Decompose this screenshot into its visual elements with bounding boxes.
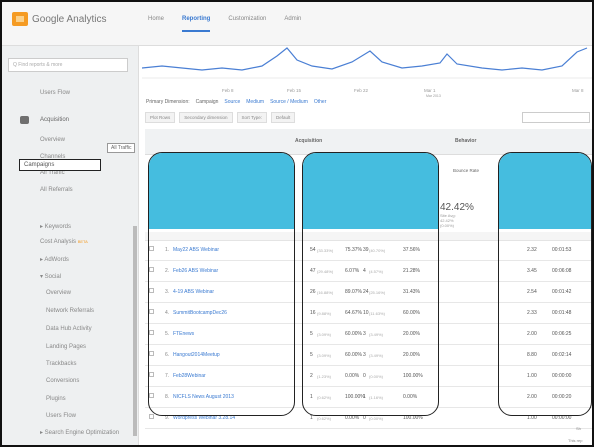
acquisition-group-header: Acquisition [295,138,323,144]
dimension-tabs: Primary Dimension: Campaign Source Mediu… [146,99,326,105]
sidebar-item-adwords[interactable]: ▸ AdWords [40,256,69,263]
tab-source-medium[interactable]: Source / Medium [270,99,308,105]
x-label: Feb 22 [354,88,369,93]
sidebar-item-keywords[interactable]: ▸ Keywords [40,223,71,230]
search-input[interactable]: Q Find reports & more [8,58,128,72]
sidebar-item-seo[interactable]: ▸ Search Engine Optimization [40,430,119,436]
sidebar-scrollbar[interactable] [133,226,137,436]
logo[interactable]: Google Analytics [12,12,107,26]
overlay-fill [149,153,294,229]
cell-sessions: 1 [310,415,313,421]
beta-badge: BETA [77,239,88,244]
x-sublabel: Mar 2013 [426,94,441,98]
sidebar-item-all-referrals[interactable]: All Referrals [40,187,73,193]
sort-type-select[interactable]: Default [270,112,296,123]
main-nav: Home Reporting Customization Admin [148,16,301,32]
sidebar-item-plugins[interactable]: Plugins [46,396,66,402]
nav-customization[interactable]: Customization [228,16,266,32]
summary-bounce-value: 42.42% [440,202,474,213]
summary-bounce-rate: 42.42% Site Avg: 42.42% (0.00%) [440,202,474,228]
overlay-card [302,152,439,416]
sidebar-item-campaigns[interactable]: Campaigns [19,159,101,171]
show-rows-label: Sh [576,426,581,431]
sessions-chart: Feb 8 Feb 15 Feb 22 Mar 1 Mar 2013 Mar 8 [141,46,592,98]
bounce-rate-header[interactable]: Bounce Rate [453,168,479,173]
x-label: Feb 8 [222,88,234,93]
tooltip: All Traffic [107,143,136,153]
sidebar-item-landing-pages[interactable]: Landing Pages [46,344,86,350]
app-window: Google Analytics Home Reporting Customiz… [0,0,594,447]
summary-bounce-sub: (0.00%) [440,223,455,228]
acquisition-icon [20,116,29,124]
sidebar-item-conversions[interactable]: Conversions [46,378,79,384]
sidebar-item-trackbacks[interactable]: Trackbacks [46,361,76,367]
logo-text: Google Analytics [32,13,107,25]
table-search-input[interactable] [522,112,590,123]
plot-rows-button[interactable]: Plot Rows [145,112,176,123]
chart-line [141,47,592,79]
behavior-group-header: Behavior [455,138,477,144]
overlay-card [148,152,295,416]
filter-row: Plot Rows Secondary dimension Sort Type:… [145,110,592,125]
tab-source[interactable]: Source [224,99,240,105]
secondary-dimension-button[interactable]: Secondary dimension [179,112,233,123]
report-time-label: This rep [568,438,583,443]
overlay-fill [303,153,438,229]
analytics-logo-icon [12,12,28,26]
sidebar-item-cost-analysis[interactable]: Cost Analysis BETA [40,239,88,245]
sidebar: Q Find reports & more Users Flow Acquisi… [2,46,139,445]
top-bar: Google Analytics Home Reporting Customiz… [2,2,592,46]
cell-sp: (0.62%) [317,416,332,421]
sidebar-item-data-hub[interactable]: Data Hub Activity [46,326,92,332]
sort-type-label: Sort Type: [236,112,267,123]
primary-dimension-label: Primary Dimension: [146,99,190,105]
x-label: Mar 8 [572,88,584,93]
sidebar-item-acquisition[interactable]: Acquisition [40,117,69,123]
cost-analysis-label: Cost Analysis [40,239,77,245]
nav-home[interactable]: Home [148,16,164,32]
sidebar-item-network-referrals[interactable]: Network Referrals [46,308,94,314]
nav-admin[interactable]: Admin [284,16,301,32]
sidebar-item-users-flow[interactable]: Users Flow [40,90,70,96]
sidebar-item-overview[interactable]: Overview [40,137,65,143]
tab-medium[interactable]: Medium [246,99,264,105]
tab-other[interactable]: Other [314,99,327,105]
sidebar-item-social[interactable]: ▾ Social [40,273,61,280]
cell-nup: (0.00%) [369,416,384,421]
x-label: Mar 1 [424,88,436,93]
sidebar-item-social-overview[interactable]: Overview [46,290,71,296]
sidebar-item-social-users-flow[interactable]: Users Flow [46,413,76,419]
overlay-fill [499,153,591,229]
tab-campaign[interactable]: Campaign [196,99,219,105]
nav-reporting[interactable]: Reporting [182,16,211,32]
row-checkbox[interactable] [149,414,154,419]
overlay-card [498,152,592,416]
x-label: Feb 15 [287,88,302,93]
